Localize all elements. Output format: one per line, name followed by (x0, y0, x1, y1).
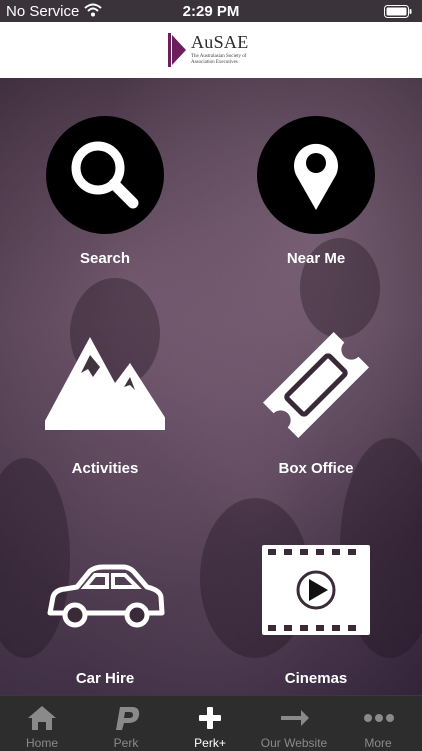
tab-home[interactable]: Home (0, 696, 84, 751)
activities-label: Activities (71, 460, 139, 477)
tab-perk-plus-label: Perk+ (194, 736, 226, 750)
box-office-tile[interactable]: Box Office (236, 325, 396, 505)
plus-icon (168, 703, 252, 731)
tab-bar: Home Perk Perk+ Our Website More (0, 695, 422, 751)
car-icon (45, 535, 165, 655)
ticket-icon (256, 325, 376, 445)
search-icon (45, 115, 165, 235)
arrow-right-icon (252, 703, 336, 731)
logo-brand-text: AuSAE (191, 32, 249, 52)
home-icon (0, 703, 84, 731)
perk-plus-grid: Search Near Me Activities Box Office Car… (0, 78, 422, 695)
tab-perk-plus[interactable]: Perk+ (168, 696, 252, 751)
tab-our-website[interactable]: Our Website (252, 696, 336, 751)
status-bar: No Service 2:29 PM (0, 0, 422, 22)
film-icon (256, 535, 376, 655)
search-label: Search (79, 250, 131, 267)
cinemas-label: Cinemas (284, 670, 348, 687)
clock-time: 2:29 PM (182, 3, 240, 20)
tab-our-website-label: Our Website (260, 736, 328, 750)
more-dots-icon (336, 703, 420, 731)
logo-tagline-text: The Australasian Society of Association … (191, 54, 247, 65)
battery-icon (384, 5, 412, 22)
search-tile[interactable]: Search (25, 115, 185, 295)
mountain-icon (40, 325, 173, 445)
tab-perk[interactable]: Perk (84, 696, 168, 751)
app-header: AuSAE The Australasian Society of Associ… (0, 22, 422, 78)
tab-home-label: Home (25, 736, 58, 750)
ausae-logo: AuSAE The Australasian Society of Associ… (168, 31, 258, 71)
activities-tile[interactable]: Activities (25, 325, 185, 505)
near-me-label: Near Me (286, 250, 346, 267)
perk-logo-icon (84, 703, 168, 731)
tab-more-label: More (364, 736, 392, 750)
logo-triangle-icon (168, 33, 186, 67)
car-hire-tile[interactable]: Car Hire (25, 535, 185, 695)
tab-perk-label: Perk (113, 736, 139, 750)
cinemas-tile[interactable]: Cinemas (236, 535, 396, 695)
location-pin-icon (256, 115, 376, 235)
box-office-label: Box Office (278, 460, 354, 477)
car-hire-label: Car Hire (75, 670, 135, 687)
tab-more[interactable]: More (336, 696, 420, 751)
near-me-tile[interactable]: Near Me (236, 115, 396, 295)
